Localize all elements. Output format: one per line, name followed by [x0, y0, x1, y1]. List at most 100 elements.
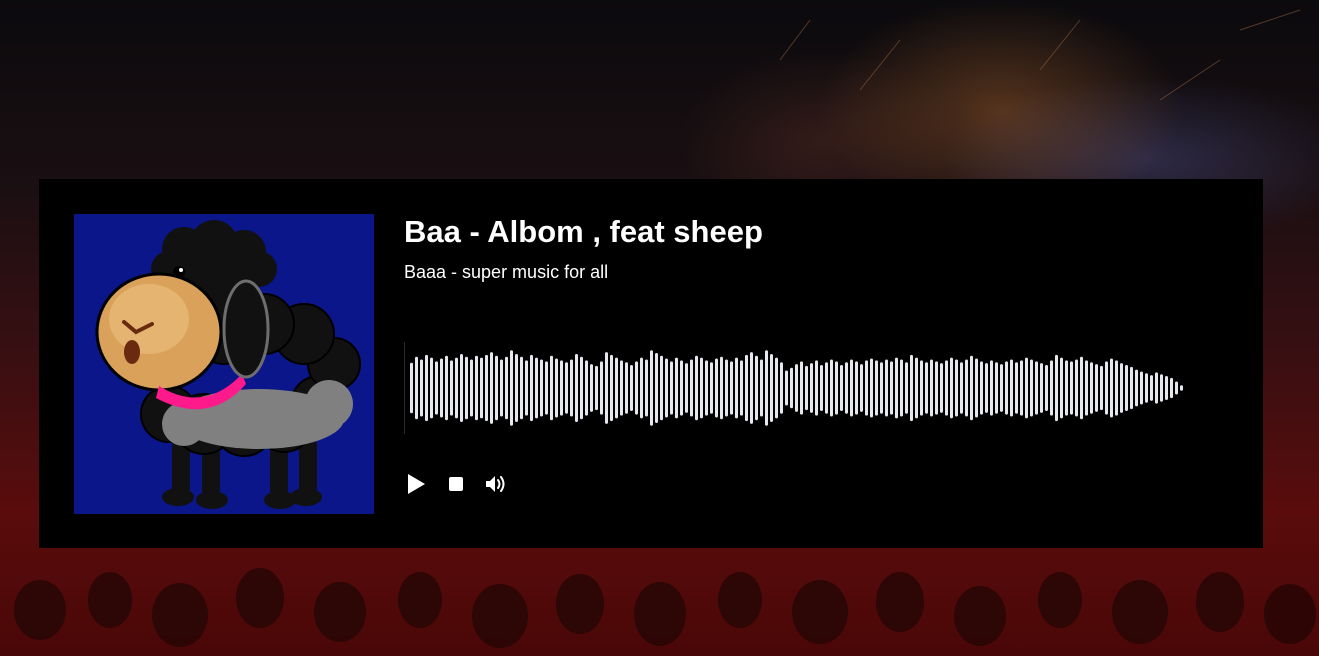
- play-button[interactable]: [404, 472, 428, 496]
- waveform-bar: [900, 359, 903, 417]
- waveform-bar: [695, 355, 698, 421]
- waveform-bar: [620, 360, 623, 416]
- waveform-bar: [780, 362, 783, 414]
- stop-icon: [449, 477, 463, 491]
- waveform-bar: [1140, 371, 1143, 405]
- waveform-bar: [1015, 362, 1018, 414]
- waveform-bar: [560, 360, 563, 416]
- waveform-bar: [625, 362, 628, 414]
- track-title: Baa - Albom , feat sheep: [404, 214, 763, 249]
- waveform-bar: [1045, 365, 1048, 411]
- waveform-bar: [890, 361, 893, 415]
- waveform-bar: [765, 350, 768, 426]
- waveform-bar: [600, 361, 603, 415]
- waveform-bar: [640, 357, 643, 419]
- waveform-bar: [895, 357, 898, 419]
- waveform-bar: [595, 365, 598, 411]
- waveform-bar: [635, 361, 638, 415]
- waveform-bar: [430, 357, 433, 419]
- waveform-bar: [1180, 385, 1183, 391]
- waveform-bar: [445, 355, 448, 421]
- waveform-bar: [550, 355, 553, 421]
- waveform-bar: [490, 352, 493, 424]
- stop-button[interactable]: [444, 472, 468, 496]
- waveform-bar: [790, 367, 793, 409]
- waveform-bar: [1100, 365, 1103, 411]
- waveform-bar: [795, 364, 798, 412]
- waveform-bar: [670, 361, 673, 415]
- waveform-bar: [975, 358, 978, 418]
- waveform-bar: [850, 359, 853, 417]
- waveform-bar: [520, 356, 523, 420]
- waveform-bar: [775, 357, 778, 419]
- waveform-bar: [1040, 363, 1043, 413]
- waveform-bar: [925, 362, 928, 414]
- waveform-bar: [655, 353, 658, 423]
- waveform-bar: [770, 353, 773, 423]
- waveform-bar: [415, 356, 418, 420]
- waveform-bar: [530, 354, 533, 422]
- waveform-bar: [1155, 372, 1158, 404]
- waveform-bar: [980, 361, 983, 415]
- waveform-bar: [650, 350, 653, 426]
- waveform-bar: [970, 355, 973, 421]
- waveform-bar: [735, 357, 738, 419]
- waveform-bar: [425, 354, 428, 422]
- waveform-bar: [710, 362, 713, 414]
- album-cover-image: [74, 214, 374, 514]
- waveform-bar: [1000, 364, 1003, 412]
- waveform-bar: [1175, 381, 1178, 395]
- waveform-bar: [1130, 366, 1133, 410]
- waveform-bar: [755, 355, 758, 421]
- waveform-bar: [410, 362, 413, 414]
- sheep-illustration: [95, 220, 361, 509]
- waveform-bar: [1050, 360, 1053, 416]
- waveform-bar: [1125, 365, 1128, 411]
- waveform-bar: [470, 359, 473, 417]
- waveform-bar: [475, 355, 478, 421]
- waveform-bar: [440, 358, 443, 418]
- waveform-bar: [740, 360, 743, 416]
- playback-controls: [404, 472, 508, 496]
- waveform-bar: [545, 361, 548, 415]
- waveform-bar: [455, 357, 458, 419]
- waveform-bar: [860, 364, 863, 412]
- waveform-bar: [1055, 354, 1058, 422]
- waveform-bar: [1010, 359, 1013, 417]
- waveform-bar: [590, 364, 593, 412]
- waveform-bar: [730, 361, 733, 415]
- waveform-bar: [495, 355, 498, 421]
- waveform-bar: [945, 360, 948, 416]
- waveform-bar: [450, 360, 453, 416]
- waveform-bar: [1115, 360, 1118, 416]
- waveform-bar: [1075, 359, 1078, 417]
- waveform-bar: [995, 362, 998, 414]
- waveform-bar: [500, 359, 503, 417]
- waveform-bar: [580, 356, 583, 420]
- waveform-bar: [1090, 362, 1093, 414]
- waveform-bar: [515, 353, 518, 423]
- waveform-bar: [565, 362, 568, 414]
- waveform-bar: [1135, 369, 1138, 407]
- volume-button[interactable]: [484, 472, 508, 496]
- waveform-bar: [905, 362, 908, 414]
- waveform-bar: [1020, 360, 1023, 416]
- waveform-bar: [820, 365, 823, 411]
- waveform-bar: [950, 357, 953, 419]
- waveform-bar: [645, 359, 648, 417]
- waveform-bar: [575, 353, 578, 423]
- waveform-bar: [920, 360, 923, 416]
- waveform-bar: [725, 359, 728, 417]
- waveform-bar: [805, 365, 808, 411]
- waveform-bar: [800, 361, 803, 415]
- waveform-bar: [630, 365, 633, 411]
- waveform-bar: [570, 359, 573, 417]
- waveform-bar: [1085, 360, 1088, 416]
- audio-waveform[interactable]: [404, 342, 1184, 434]
- waveform-bar: [1105, 361, 1108, 415]
- waveform-bar: [460, 353, 463, 423]
- waveform-bar: [960, 362, 963, 414]
- waveform-bar: [1145, 373, 1148, 403]
- waveform-bar: [1035, 361, 1038, 415]
- waveform-bar: [720, 356, 723, 420]
